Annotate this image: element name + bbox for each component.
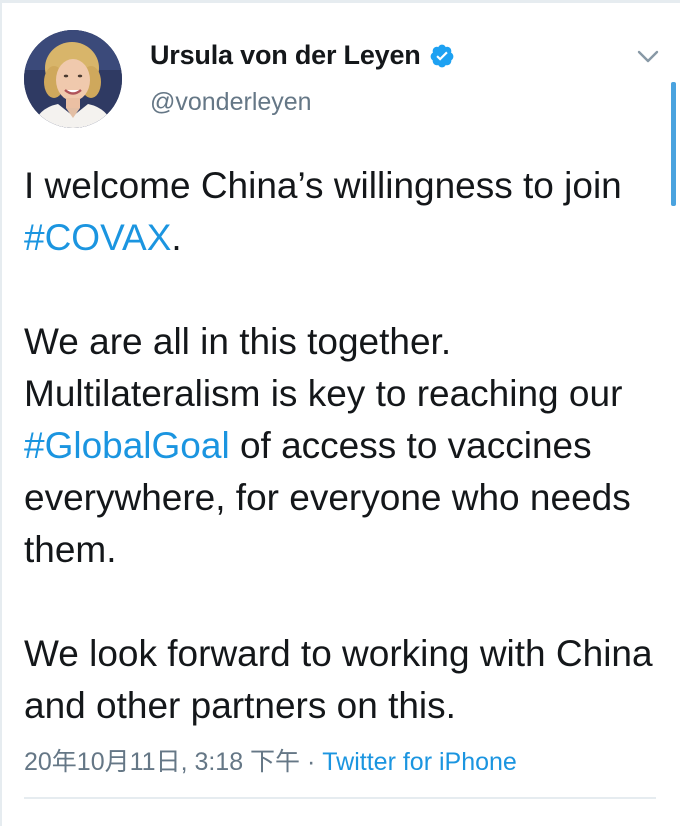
source-link[interactable]: Twitter for iPhone bbox=[322, 748, 517, 776]
divider bbox=[24, 797, 656, 799]
meta-separator: · bbox=[300, 748, 323, 776]
tweet-paragraph-2: We are all in this together. Multilatera… bbox=[24, 316, 664, 576]
author-handle[interactable]: @vonderleyen bbox=[150, 88, 312, 117]
scrollbar[interactable] bbox=[671, 82, 676, 206]
tweet-text-segment: We are all in this together. Multilatera… bbox=[24, 321, 623, 414]
top-border bbox=[0, 0, 680, 3]
tweet-text-segment: . bbox=[171, 217, 182, 258]
timestamp[interactable]: 20年10月11日, 3:18 下午 bbox=[24, 748, 300, 776]
tweet-paragraph-1: I welcome China’s willingness to join #C… bbox=[24, 160, 664, 264]
chevron-down-icon[interactable] bbox=[636, 48, 660, 66]
verified-badge-icon bbox=[430, 44, 453, 67]
author-name[interactable]: Ursula von der Leyen bbox=[150, 40, 455, 71]
hashtag-covax-link[interactable]: #COVAX bbox=[24, 217, 171, 258]
author-name-text: Ursula von der Leyen bbox=[150, 40, 421, 70]
tweet-text-segment: I welcome China’s willingness to join bbox=[24, 165, 622, 206]
left-border bbox=[0, 0, 2, 826]
tweet-text: I welcome China’s willingness to join #C… bbox=[24, 160, 664, 732]
hashtag-globalgoal-link[interactable]: #GlobalGoal bbox=[24, 425, 230, 466]
tweet-paragraph-3: We look forward to working with China an… bbox=[24, 633, 653, 726]
tweet-meta: 20年10月11日, 3:18 下午 · Twitter for iPhone bbox=[24, 742, 517, 778]
avatar[interactable] bbox=[24, 30, 122, 128]
profile-photo bbox=[24, 30, 122, 128]
